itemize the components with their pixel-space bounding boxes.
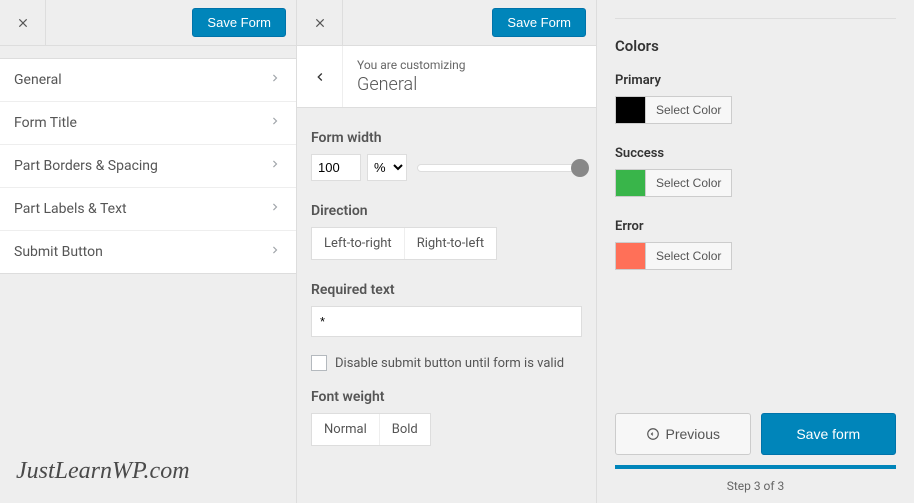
save-form-button[interactable]: Save Form — [492, 8, 586, 37]
back-button[interactable] — [297, 46, 343, 107]
colors-heading: Colors — [615, 37, 896, 55]
form-width-slider[interactable] — [417, 164, 582, 172]
chevron-right-icon — [268, 157, 282, 175]
chevron-right-icon — [268, 243, 282, 261]
chevron-right-icon — [268, 200, 282, 218]
font-weight-bold-button[interactable]: Bold — [379, 414, 430, 445]
success-select-color-button[interactable]: Select Color — [645, 169, 732, 197]
sidebar-panel: Save Form General Form Title Part Border… — [0, 0, 297, 503]
form-width-unit-select[interactable]: % — [367, 154, 407, 181]
sidebar-item-general[interactable]: General — [0, 59, 296, 102]
save-form-button[interactable]: Save form — [761, 413, 897, 455]
close-icon — [313, 16, 327, 30]
sidebar-item-label: Part Borders & Spacing — [14, 158, 158, 174]
slider-thumb[interactable] — [571, 159, 589, 177]
colors-panel: Colors Primary Select Color Success Sele… — [597, 0, 914, 503]
error-swatch[interactable] — [615, 242, 645, 270]
primary-label: Primary — [615, 73, 896, 88]
chevron-left-icon — [312, 69, 328, 85]
error-select-color-button[interactable]: Select Color — [645, 242, 732, 270]
chevron-right-icon — [268, 71, 282, 89]
breadcrumb-title: General — [357, 74, 466, 95]
direction-label: Direction — [311, 203, 582, 219]
direction-rtl-button[interactable]: Right-to-left — [404, 228, 496, 259]
required-text-label: Required text — [311, 282, 582, 298]
success-color-row: Select Color — [615, 169, 896, 197]
sidebar-item-label: Form Title — [14, 115, 77, 131]
required-text-input[interactable] — [311, 306, 582, 337]
error-color-row: Select Color — [615, 242, 896, 270]
disable-submit-label: Disable submit button until form is vali… — [335, 356, 564, 371]
direction-ltr-button[interactable]: Left-to-right — [312, 228, 404, 259]
primary-swatch[interactable] — [615, 96, 645, 124]
primary-color-row: Select Color — [615, 96, 896, 124]
arrow-left-circle-icon — [646, 427, 660, 441]
sidebar-item-part-borders[interactable]: Part Borders & Spacing — [0, 145, 296, 188]
font-weight-normal-button[interactable]: Normal — [312, 414, 379, 445]
sidebar-item-label: Part Labels & Text — [14, 201, 127, 217]
sidebar-item-label: General — [14, 72, 62, 88]
close-button[interactable] — [297, 0, 343, 46]
previous-button[interactable]: Previous — [615, 413, 751, 455]
sidebar-item-form-title[interactable]: Form Title — [0, 102, 296, 145]
sidebar-item-label: Submit Button — [14, 244, 103, 260]
disable-submit-checkbox[interactable] — [311, 355, 327, 371]
form-width-input[interactable] — [311, 154, 361, 181]
previous-label: Previous — [666, 426, 720, 442]
chevron-right-icon — [268, 114, 282, 132]
success-swatch[interactable] — [615, 169, 645, 197]
customize-panel: Save Form You are customizing General Fo… — [297, 0, 597, 503]
error-label: Error — [615, 219, 896, 234]
customize-header: Save Form — [297, 0, 596, 46]
primary-select-color-button[interactable]: Select Color — [645, 96, 732, 124]
success-label: Success — [615, 146, 896, 161]
breadcrumb-sub: You are customizing — [357, 58, 466, 72]
breadcrumb-text: You are customizing General — [343, 46, 480, 107]
close-button[interactable] — [0, 0, 46, 46]
sidebar-header: Save Form — [0, 0, 296, 46]
sidebar-menu: General Form Title Part Borders & Spacin… — [0, 58, 296, 274]
sidebar-item-part-labels[interactable]: Part Labels & Text — [0, 188, 296, 231]
step-indicator: Step 3 of 3 — [615, 469, 896, 493]
breadcrumb: You are customizing General — [297, 46, 596, 108]
close-icon — [16, 16, 30, 30]
font-weight-segment: Normal Bold — [311, 413, 431, 446]
font-weight-label: Font weight — [311, 389, 582, 405]
divider — [615, 18, 896, 19]
nav-bar: Previous Save form — [615, 413, 896, 455]
save-form-button[interactable]: Save Form — [192, 8, 286, 37]
direction-segment: Left-to-right Right-to-left — [311, 227, 497, 260]
sidebar-item-submit-button[interactable]: Submit Button — [0, 231, 296, 273]
form-width-label: Form width — [311, 130, 582, 146]
